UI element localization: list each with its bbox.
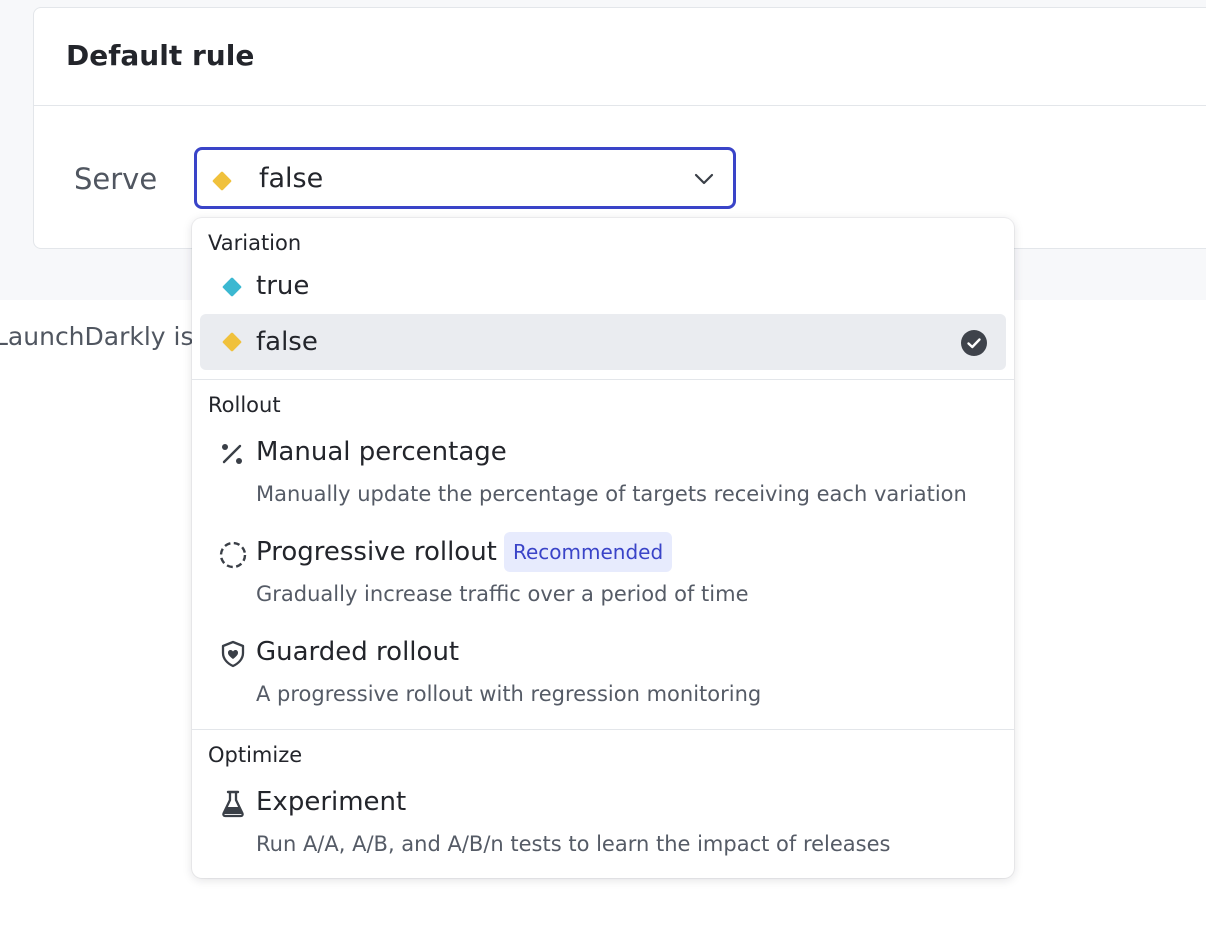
option-description: Run A/A, A/B, and A/B/n tests to learn t… xyxy=(256,832,891,856)
option-label: false xyxy=(256,327,318,357)
option-label: Manual percentage xyxy=(256,437,507,467)
select-value: false xyxy=(259,163,324,194)
default-rule-card: Default rule Serve false xyxy=(33,7,1206,249)
option-description: Manually update the percentage of target… xyxy=(256,482,967,506)
group-label-variation: Variation xyxy=(208,231,302,255)
shield-heart-icon xyxy=(218,639,248,673)
option-false[interactable]: false xyxy=(200,314,1006,370)
group-label-rollout: Rollout xyxy=(208,393,281,417)
group-label-optimize: Optimize xyxy=(208,743,303,767)
option-manual-percentage[interactable]: Manual percentage Manually update the pe… xyxy=(200,426,1006,518)
serve-label: Serve xyxy=(74,162,158,196)
option-guarded-rollout[interactable]: Guarded rollout A progressive rollout wi… xyxy=(200,626,1006,718)
option-true[interactable]: true xyxy=(200,258,1006,314)
option-description: Gradually increase traffic over a period… xyxy=(256,582,749,606)
menu-divider xyxy=(192,379,1014,380)
menu-divider xyxy=(192,729,1014,730)
serve-dropdown-menu: Variation true false Rollout Manual perc… xyxy=(192,218,1014,878)
diamond-icon xyxy=(209,168,235,198)
serve-select[interactable]: false xyxy=(194,147,736,209)
check-circle-icon xyxy=(960,329,988,361)
diamond-icon xyxy=(218,273,246,305)
option-label: true xyxy=(256,271,310,301)
flask-icon xyxy=(218,789,248,823)
dashed-circle-icon xyxy=(218,540,248,574)
option-progressive-rollout[interactable]: Progressive rollout Recommended Graduall… xyxy=(200,526,1006,618)
card-divider xyxy=(34,105,1206,106)
background-text: LaunchDarkly is xyxy=(0,322,194,351)
option-experiment[interactable]: Experiment Run A/A, A/B, and A/B/n tests… xyxy=(200,776,1006,868)
option-description: A progressive rollout with regression mo… xyxy=(256,682,762,706)
option-label: Experiment xyxy=(256,787,407,817)
chevron-down-icon xyxy=(693,168,715,194)
percent-icon xyxy=(218,440,246,472)
card-title: Default rule xyxy=(66,39,255,72)
recommended-badge: Recommended xyxy=(504,532,673,572)
option-label: Guarded rollout xyxy=(256,637,460,667)
diamond-icon xyxy=(218,328,246,360)
option-label: Progressive rollout xyxy=(256,537,497,567)
